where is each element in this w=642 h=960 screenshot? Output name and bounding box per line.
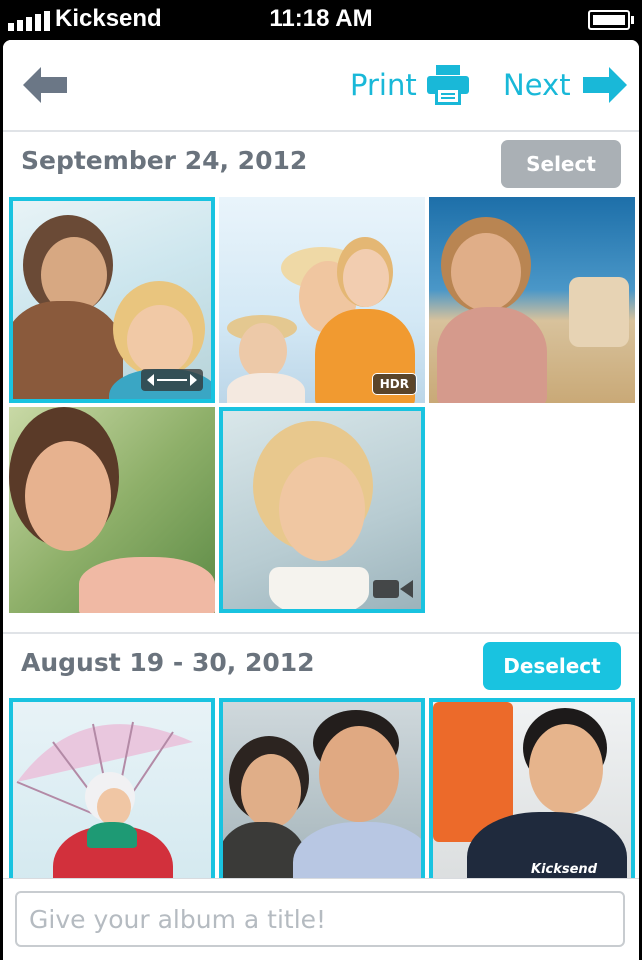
nav-bar: Print Next — [3, 40, 639, 132]
photo-thumbnail[interactable] — [9, 698, 215, 904]
back-button[interactable] — [23, 67, 67, 103]
hdr-badge: HDR — [371, 373, 417, 395]
photo-thumbnail[interactable] — [429, 197, 635, 403]
album-title-bar — [3, 878, 639, 960]
next-button[interactable]: Next — [503, 60, 627, 110]
app-screen: Print Next September 24, 2012 Select all — [3, 40, 639, 960]
section-date: August 19 - 30, 2012 — [21, 648, 315, 677]
photo-thumbnail[interactable]: Kicksend — [429, 698, 635, 904]
back-arrow-icon — [23, 67, 67, 103]
next-label: Next — [503, 68, 571, 102]
forward-arrow-icon — [582, 67, 627, 103]
print-button[interactable]: Print — [350, 60, 469, 110]
status-time: 11:18 AM — [269, 5, 373, 32]
battery-icon — [588, 10, 634, 30]
video-camera-icon — [373, 577, 413, 601]
section-header: September 24, 2012 Select all — [3, 132, 639, 224]
photo-thumbnail[interactable] — [219, 698, 425, 904]
section-header: August 19 - 30, 2012 Deselect all — [3, 634, 639, 726]
photo-thumbnail[interactable] — [219, 407, 425, 613]
printer-icon — [426, 65, 469, 105]
select-all-button[interactable]: Select all — [501, 140, 621, 224]
print-label: Print — [350, 68, 417, 102]
panorama-badge-icon — [141, 369, 203, 391]
album-title-input[interactable] — [15, 891, 625, 947]
shirt-logo-text: Kicksend — [531, 862, 597, 877]
deselect-all-button[interactable]: Deselect all — [483, 642, 621, 726]
photo-thumbnail[interactable]: HDR — [219, 197, 425, 403]
photo-thumbnail[interactable] — [9, 407, 215, 613]
photo-thumbnail[interactable] — [9, 197, 215, 403]
section-date: September 24, 2012 — [21, 146, 308, 175]
status-bar: Kicksend 11:18 AM — [0, 0, 642, 40]
